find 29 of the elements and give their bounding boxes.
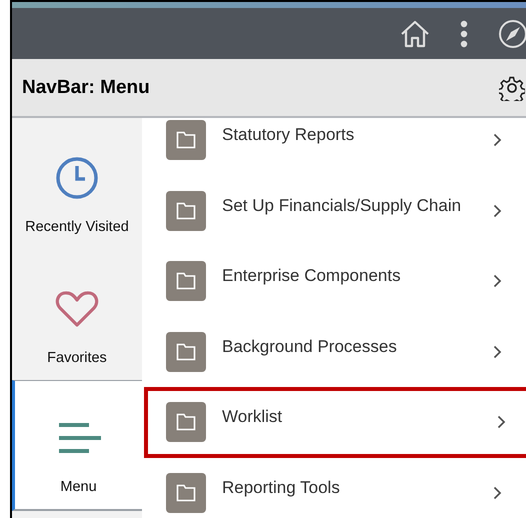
- folder-icon: [166, 190, 206, 231]
- folder-link[interactable]: Enterprise Components: [144, 246, 526, 316]
- folder-icon: [166, 261, 206, 302]
- folder-link[interactable]: Background Processes: [144, 316, 526, 387]
- menu-icon: [56, 422, 100, 454]
- folder-icon: [166, 402, 206, 442]
- folder-icon: [166, 120, 206, 160]
- page-title: NavBar: Menu: [22, 76, 150, 98]
- folder-link[interactable]: Worklist: [144, 387, 526, 458]
- chevron-right-icon: [493, 344, 502, 359]
- folder-link[interactable]: Reporting Tools: [144, 458, 526, 518]
- chevron-right-icon: [493, 133, 502, 148]
- clock-icon: [55, 156, 99, 200]
- chevron-right-icon: [493, 204, 502, 218]
- sidebar-item[interactable]: Menu: [12, 380, 142, 511]
- chevron-right-icon: [497, 415, 506, 430]
- heart-icon: [55, 289, 99, 329]
- chevron-right-icon: [493, 486, 502, 500]
- folder-icon: [166, 472, 206, 513]
- folder-icon: [166, 332, 206, 372]
- compass-icon[interactable]: [498, 18, 526, 48]
- sidebar-item[interactable]: Recently Visited: [12, 118, 142, 249]
- settings-icon[interactable]: [499, 74, 525, 100]
- home-icon[interactable]: [400, 20, 430, 48]
- folder-link[interactable]: Statutory Reports: [144, 118, 526, 176]
- sidebar-item[interactable]: Favorites: [12, 249, 142, 380]
- chevron-right-icon: [493, 274, 502, 288]
- more-options-icon[interactable]: [460, 20, 468, 48]
- folder-link[interactable]: Set Up Financials/Supply Chain: [144, 176, 526, 246]
